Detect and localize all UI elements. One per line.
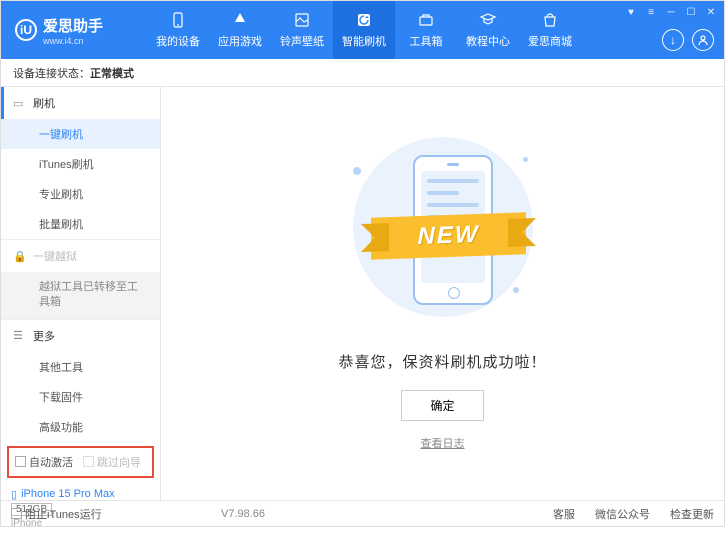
lock-icon: 🔒 [13, 250, 27, 263]
nav-flash[interactable]: 智能刷机 [333, 1, 395, 59]
footer-update[interactable]: 检查更新 [670, 506, 714, 522]
ok-button[interactable]: 确定 [401, 390, 483, 421]
logo-icon: iU [15, 19, 37, 41]
download-button[interactable]: ↓ [662, 29, 684, 51]
list-icon: ▭ [13, 97, 27, 110]
version-label: V7.98.66 [221, 508, 265, 520]
success-message: 恭喜您，保资料刷机成功啦！ [338, 351, 546, 372]
app-url: www.i4.cn [43, 36, 103, 46]
tutorial-icon [479, 11, 497, 29]
user-button[interactable] [692, 29, 714, 51]
sidebar: ▭ 刷机 一键刷机 iTunes刷机 专业刷机 批量刷机 🔒 一键越狱 越狱工具… [1, 87, 161, 500]
nav-apps[interactable]: 应用游戏 [209, 1, 271, 59]
top-nav: 我的设备 应用游戏 铃声壁纸 智能刷机 工具箱 教程中心 爱思商城 [147, 1, 581, 59]
nav-my-device[interactable]: 我的设备 [147, 1, 209, 59]
status-value: 正常模式 [90, 65, 134, 81]
checkbox-skip-setup[interactable]: 跳过向导 [83, 454, 141, 470]
app-title: 爱思助手 [43, 15, 103, 36]
apps-icon [231, 11, 249, 29]
flash-icon [355, 11, 373, 29]
checkbox-auto-activate[interactable]: 自动激活 [15, 454, 73, 470]
sidebar-item-download-firmware[interactable]: 下载固件 [1, 382, 160, 412]
wallpaper-icon [293, 11, 311, 29]
more-icon: ☰ [13, 329, 27, 342]
logo: iU 爱思助手 www.i4.cn [1, 15, 113, 46]
store-icon [541, 11, 559, 29]
sidebar-item-advanced[interactable]: 高级功能 [1, 412, 160, 442]
menu-icon[interactable]: ♥ [624, 5, 638, 19]
view-log-link[interactable]: 查看日志 [421, 435, 465, 451]
phone-icon: ▯ [11, 488, 17, 501]
minimize-icon[interactable]: ─ [664, 5, 678, 19]
close-icon[interactable]: ✕ [704, 5, 718, 19]
nav-ringtone[interactable]: 铃声壁纸 [271, 1, 333, 59]
status-label: 设备连接状态： [13, 65, 90, 81]
nav-store[interactable]: 爱思商城 [519, 1, 581, 59]
maximize-icon[interactable]: ☐ [684, 5, 698, 19]
footer-wechat[interactable]: 微信公众号 [595, 506, 650, 522]
status-bar: 设备连接状态： 正常模式 [1, 59, 724, 87]
sidebar-group-flash[interactable]: ▭ 刷机 [1, 87, 160, 119]
jailbreak-note: 越狱工具已转移至工具箱 [1, 272, 160, 319]
sidebar-item-onekey-flash[interactable]: 一键刷机 [1, 119, 160, 149]
new-ribbon: NEW [371, 212, 526, 259]
footer: 阻止iTunes运行 V7.98.66 客服 微信公众号 检查更新 [1, 500, 724, 526]
device-name[interactable]: ▯ iPhone 15 Pro Max [11, 488, 150, 501]
device-icon [169, 11, 187, 29]
main-content: NEW 恭喜您，保资料刷机成功啦！ 确定 查看日志 [161, 87, 724, 500]
checkbox-block-itunes[interactable]: 阻止iTunes运行 [11, 506, 102, 522]
options-icon[interactable]: ≡ [644, 5, 658, 19]
sidebar-group-jailbreak: 🔒 一键越狱 [1, 239, 160, 272]
toolbox-icon [417, 11, 435, 29]
footer-support[interactable]: 客服 [553, 506, 575, 522]
app-header: iU 爱思助手 www.i4.cn 我的设备 应用游戏 铃声壁纸 智能刷机 工具… [1, 1, 724, 59]
nav-tutorial[interactable]: 教程中心 [457, 1, 519, 59]
sidebar-item-pro-flash[interactable]: 专业刷机 [1, 179, 160, 209]
sidebar-item-other-tools[interactable]: 其他工具 [1, 352, 160, 382]
sidebar-item-itunes-flash[interactable]: iTunes刷机 [1, 149, 160, 179]
nav-toolbox[interactable]: 工具箱 [395, 1, 457, 59]
success-illustration: NEW [343, 127, 543, 327]
sidebar-item-batch-flash[interactable]: 批量刷机 [1, 209, 160, 239]
options-row: 自动激活 跳过向导 [7, 446, 154, 478]
sidebar-group-more[interactable]: ☰ 更多 [1, 319, 160, 352]
